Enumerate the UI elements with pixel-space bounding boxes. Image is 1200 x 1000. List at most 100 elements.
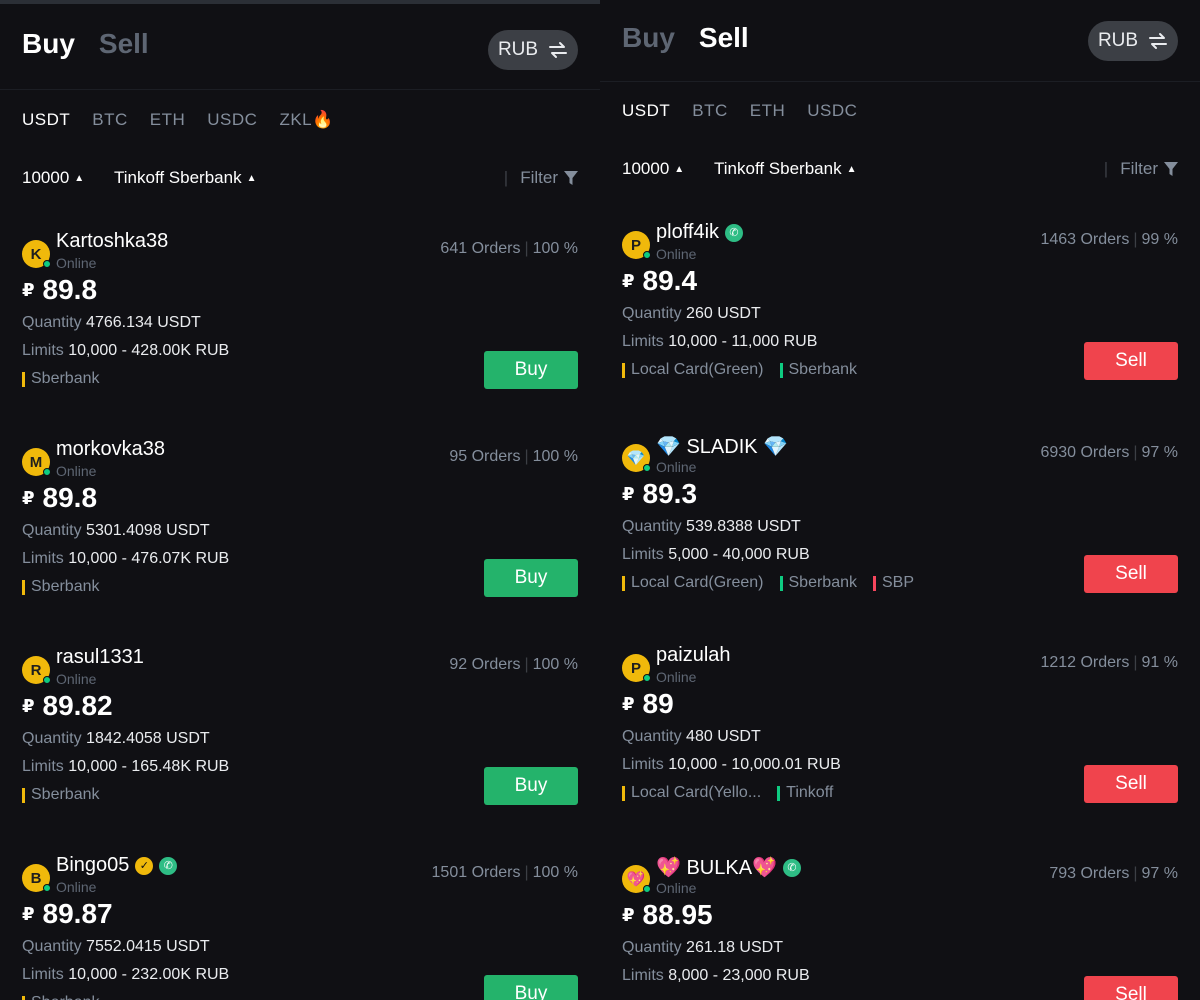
completion-rate: 91 % xyxy=(1141,654,1178,671)
merchant-name-text: Kartoshka38 xyxy=(56,230,169,252)
merchant-name[interactable]: 💎 SLADIK 💎 xyxy=(656,434,788,459)
coin-tab-btc[interactable]: BTC xyxy=(692,101,728,121)
tab-sell[interactable]: Sell xyxy=(99,28,149,60)
quantity-label: Quantity xyxy=(22,938,82,955)
sell-button[interactable]: Sell xyxy=(1084,976,1178,1000)
buy-button[interactable]: Buy xyxy=(484,351,578,389)
sell-button[interactable]: Sell xyxy=(1084,765,1178,803)
ad-quantity: Quantity 4766.134 USDT xyxy=(22,314,201,332)
payment-method-label: Tinkoff xyxy=(786,784,834,801)
buy-panel: Buy Sell RUB USDT BTC ETH USDC ZKL🔥 1000… xyxy=(0,0,600,1000)
payment-color-bar xyxy=(779,362,783,378)
payment-method-label: Local Card(Yello... xyxy=(631,784,762,801)
order-count: 95 Orders xyxy=(449,448,521,465)
online-dot xyxy=(643,674,651,682)
merchant-name[interactable]: Bingo05 ✓ ✆ xyxy=(56,854,178,877)
avatar: P xyxy=(622,231,651,259)
coin-tab-usdc[interactable]: USDC xyxy=(207,110,257,130)
online-status: Online xyxy=(56,879,97,895)
quantity-label: Quantity xyxy=(22,522,82,539)
ad-limits: Limits 10,000 - 232.00K RUB xyxy=(22,966,229,984)
merchant-name[interactable]: morkovka38 xyxy=(56,438,165,461)
quantity-value: 4766.134 USDT xyxy=(86,314,201,331)
merchant-name[interactable]: paizulah xyxy=(656,644,731,667)
payment-color-bar xyxy=(779,575,783,591)
merchant-name[interactable]: Kartoshka38 xyxy=(56,230,168,253)
ad-card: Rrasul1331 Online 92 Orders | 100 % ₽89.82 Qua… xyxy=(22,638,578,838)
payment-method: Local Card(Green) xyxy=(622,361,764,379)
coin-tab-eth[interactable]: ETH xyxy=(750,101,786,121)
divider: | xyxy=(524,240,529,257)
merchant-name[interactable]: ploff4ik ✆ xyxy=(656,221,744,244)
coin-tab-usdt[interactable]: USDT xyxy=(22,110,70,130)
completion-rate: 100 % xyxy=(532,448,578,465)
limits-label: Limits xyxy=(622,546,664,563)
amount-filter[interactable]: 10000 ▲ xyxy=(622,159,684,179)
fiat-currency-switch[interactable]: RUB xyxy=(1088,21,1178,61)
merchant-name[interactable]: rasul1331 xyxy=(56,646,144,669)
merchant-stats: 92 Orders | 100 % xyxy=(449,656,578,674)
filter-button[interactable]: | Filter xyxy=(1104,159,1178,179)
limits-value: 10,000 - 428.00K RUB xyxy=(68,342,230,359)
tab-sell[interactable]: Sell xyxy=(699,22,749,54)
payment-method-label: Sberbank xyxy=(31,370,100,387)
limits-label: Limits xyxy=(622,756,664,773)
avatar-initial: M xyxy=(29,453,43,471)
payment-method: Sberbank xyxy=(22,994,100,1000)
trade-side-tabs: Buy Sell xyxy=(22,28,149,60)
buy-button[interactable]: Buy xyxy=(484,559,578,597)
ruble-sign: ₽ xyxy=(22,904,35,924)
ad-price: ₽88.95 xyxy=(622,899,713,931)
ad-price: ₽89.82 xyxy=(22,690,113,722)
ad-price-value: 89.8 xyxy=(42,482,98,513)
payment-color-bar xyxy=(22,579,25,595)
payment-method-label: SBP xyxy=(882,574,915,591)
coin-tab-usdt[interactable]: USDT xyxy=(622,101,670,121)
caret-up-icon: ▲ xyxy=(846,164,857,175)
coin-tab-usdc[interactable]: USDC xyxy=(807,101,857,121)
payment-filter-label: Tinkoff Sberbank xyxy=(114,168,242,187)
ad-card: 💎 💎 SLADIK 💎 Online 6930 Orders | 97 % ₽89.3 Qu… xyxy=(622,426,1178,626)
buy-button[interactable]: Buy xyxy=(484,975,578,1000)
merchant-name[interactable]: 💖 BULKA💖 ✆ xyxy=(656,855,801,880)
completion-rate: 97 % xyxy=(1141,865,1178,882)
quantity-label: Quantity xyxy=(22,730,82,747)
sell-panel: Buy Sell RUB USDT BTC ETH USDC 10000 ▲ Ti… xyxy=(600,0,1200,1000)
buy-button[interactable]: Buy xyxy=(484,767,578,805)
ad-price-value: 89.8 xyxy=(42,274,98,305)
ad-price-value: 89.4 xyxy=(642,265,698,296)
tab-buy[interactable]: Buy xyxy=(622,22,675,54)
avatar-initial: P xyxy=(630,659,641,677)
sell-button[interactable]: Sell xyxy=(1084,555,1178,593)
fiat-currency-label: RUB xyxy=(1097,30,1139,51)
payment-filter[interactable]: Tinkoff Sberbank ▲ xyxy=(714,159,856,179)
payment-method: Sberbank xyxy=(779,361,857,379)
quantity-value: 1842.4058 USDT xyxy=(86,730,210,747)
coin-tab-eth[interactable]: ETH xyxy=(150,110,186,130)
payment-color-bar xyxy=(777,785,781,801)
online-status: Online xyxy=(56,463,97,479)
limits-label: Limits xyxy=(622,967,664,984)
payment-method: Local Card(Yello... xyxy=(622,784,761,802)
avatar-initial: 💎 xyxy=(626,450,646,467)
coin-tab-zkl[interactable]: ZKL🔥 xyxy=(279,110,333,130)
ad-price: ₽89.8 xyxy=(22,482,97,514)
ad-card: K Kartoshka38 Online 641 Orders | 100 % ₽89.8 Q… xyxy=(22,222,578,422)
ad-price-value: 89 xyxy=(642,688,674,719)
fiat-currency-switch[interactable]: RUB xyxy=(488,30,578,70)
avatar-initial: 💖 xyxy=(626,871,646,888)
quantity-label: Quantity xyxy=(622,305,682,322)
filter-button[interactable]: | Filter xyxy=(504,168,578,188)
payment-method: Sberbank xyxy=(22,578,100,596)
online-dot xyxy=(643,885,651,893)
tab-buy[interactable]: Buy xyxy=(22,28,75,60)
divider: | xyxy=(1133,654,1138,671)
coin-tab-btc[interactable]: BTC xyxy=(92,110,128,130)
order-count: 92 Orders xyxy=(449,656,521,673)
sell-button[interactable]: Sell xyxy=(1084,342,1178,380)
amount-filter[interactable]: 10000 ▲ xyxy=(22,168,84,188)
payment-filter[interactable]: Tinkoff Sberbank ▲ xyxy=(114,168,256,188)
filter-bar: 10000 ▲ Tinkoff Sberbank ▲ | Filter xyxy=(22,168,578,190)
online-dot xyxy=(643,251,651,259)
divider: | xyxy=(1133,231,1138,248)
